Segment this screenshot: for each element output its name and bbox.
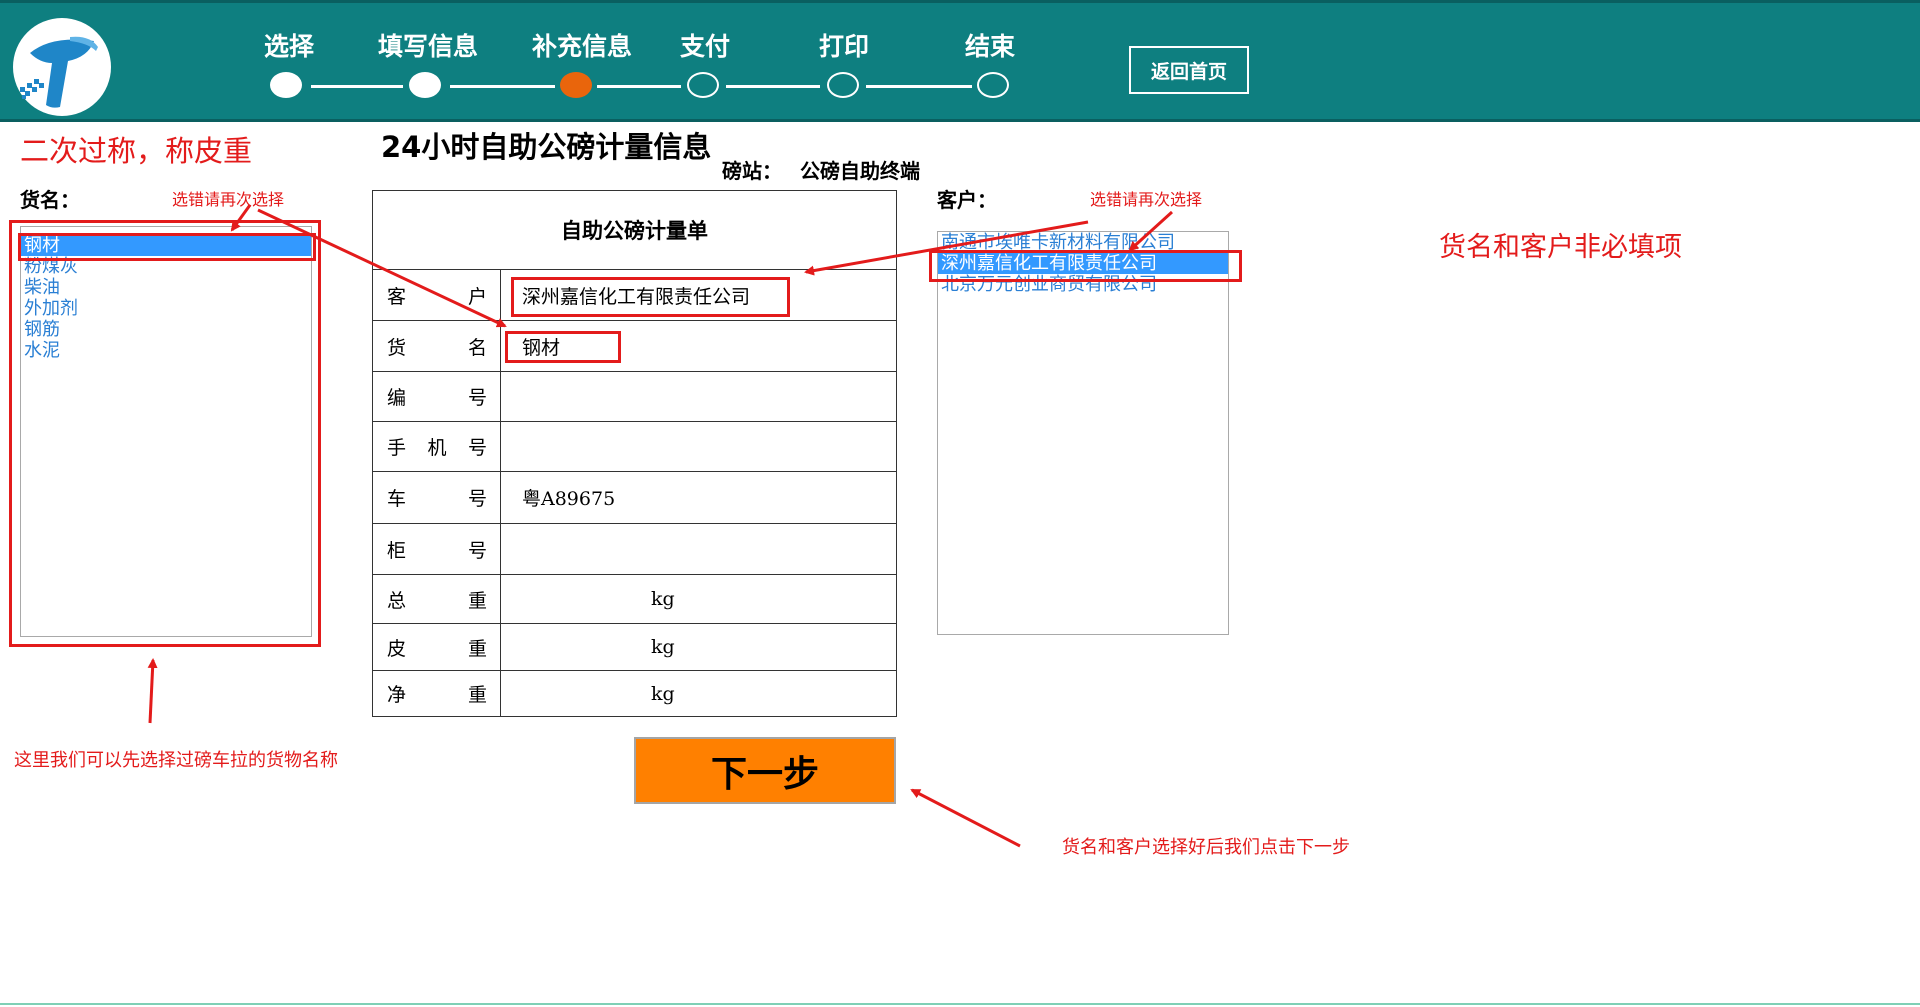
arrow-reselect-left	[230, 204, 252, 232]
arrow-customer-to-form	[804, 220, 1089, 276]
bottom-divider	[0, 1003, 1920, 1005]
arrow-next-hint	[910, 788, 1021, 848]
annotation-arrows	[147, 204, 1174, 848]
arrow-goods-to-form	[257, 208, 507, 328]
arrow-hint-to-list	[147, 658, 158, 724]
arrow-reselect-right	[1128, 210, 1174, 252]
